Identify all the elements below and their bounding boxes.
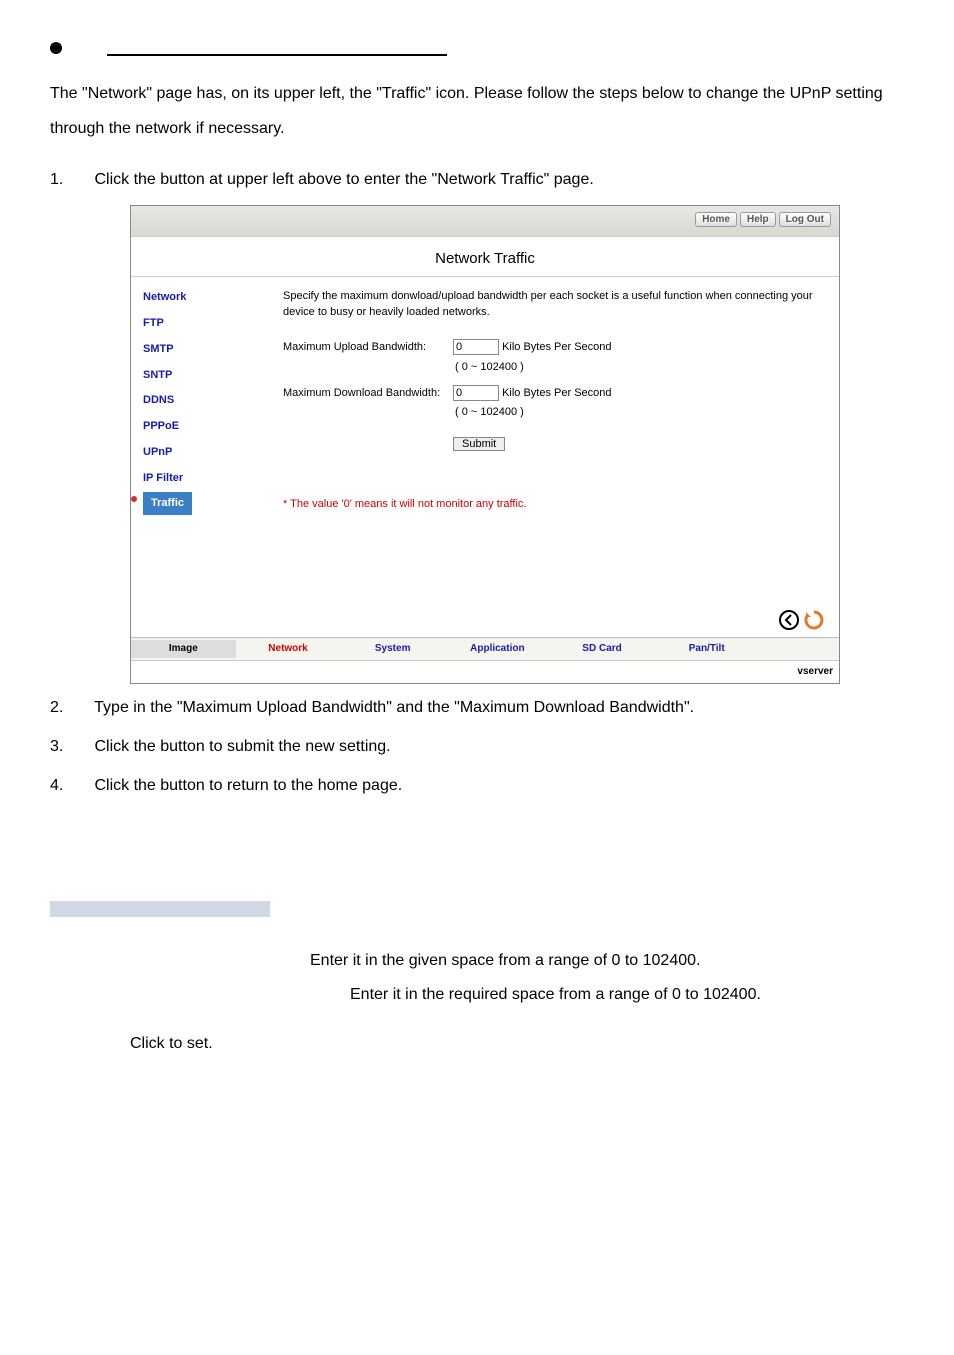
section-heading: [50, 40, 904, 56]
submit-row: Submit: [283, 429, 819, 455]
tab-network[interactable]: Network: [236, 640, 341, 658]
page-title: Network Traffic: [131, 237, 839, 277]
step-number: 3.: [50, 733, 90, 762]
bottom-tabs: Image Network System Application SD Card…: [131, 637, 839, 660]
top-nav: Home Help Log Out: [695, 212, 831, 227]
tab-sdcard[interactable]: SD Card: [550, 640, 655, 658]
zero-note: * The value '0' means it will not monito…: [283, 495, 819, 515]
desc-line-submit: Click to set.: [50, 1030, 904, 1059]
logout-button[interactable]: Log Out: [779, 212, 831, 227]
sidebar-item-network[interactable]: Network: [143, 285, 263, 311]
submit-button[interactable]: Submit: [453, 437, 505, 451]
sidebar-item-upnp[interactable]: UPnP: [143, 440, 263, 466]
tab-pantilt[interactable]: Pan/Tilt: [654, 640, 759, 658]
sidebar-item-smtp[interactable]: SMTP: [143, 337, 263, 363]
embedded-screenshot: Home Help Log Out Network Traffic Networ…: [130, 205, 840, 684]
step-1: 1. Click the button at upper left above …: [50, 166, 904, 195]
refresh-icon[interactable]: [803, 609, 825, 631]
sidebar-item-ipfilter[interactable]: IP Filter: [143, 466, 263, 492]
step-text: Click the button to return to the home p…: [94, 777, 402, 794]
step-text: Click the button at upper left above to …: [94, 171, 593, 188]
desc-line-download: Enter it in the required space from a ra…: [50, 981, 904, 1010]
step-4: 4. Click the button to return to the hom…: [50, 772, 904, 801]
download-label: Maximum Download Bandwidth:: [283, 384, 453, 404]
tab-image[interactable]: Image: [131, 640, 236, 658]
home-button[interactable]: Home: [695, 212, 737, 227]
tab-application[interactable]: Application: [445, 640, 550, 658]
upload-label: Maximum Upload Bandwidth:: [283, 338, 453, 358]
sidebar-item-ftp[interactable]: FTP: [143, 311, 263, 337]
upload-unit: Kilo Bytes Per Second: [502, 341, 611, 353]
help-button[interactable]: Help: [740, 212, 776, 227]
step-number: 2.: [50, 694, 90, 723]
content-area: Specify the maximum donwload/upload band…: [263, 277, 839, 607]
intro-paragraph: The "Network" page has, on its upper lef…: [50, 76, 904, 146]
description-block: Enter it in the given space from a range…: [50, 901, 904, 1059]
upload-row: Maximum Upload Bandwidth: Kilo Bytes Per…: [283, 338, 819, 378]
upload-range: ( 0 ~ 102400 ): [455, 361, 524, 373]
download-range: ( 0 ~ 102400 ): [455, 406, 524, 418]
upload-input[interactable]: [453, 339, 499, 355]
step-text: Type in the "Maximum Upload Bandwidth" a…: [94, 699, 694, 716]
download-row: Maximum Download Bandwidth: Kilo Bytes P…: [283, 384, 819, 424]
desc-line-upload: Enter it in the given space from a range…: [50, 947, 904, 976]
sidebar-item-traffic[interactable]: Traffic: [143, 492, 192, 516]
tab-system[interactable]: System: [340, 640, 445, 658]
desc-heading-placeholder: [50, 901, 270, 917]
sidebar: Network FTP SMTP SNTP DDNS PPPoE UPnP IP…: [131, 277, 263, 607]
footer-brand: vserver: [131, 660, 839, 683]
step-number: 4.: [50, 772, 90, 801]
sidebar-item-ddns[interactable]: DDNS: [143, 388, 263, 414]
sidebar-item-pppoe[interactable]: PPPoE: [143, 414, 263, 440]
content-description: Specify the maximum donwload/upload band…: [283, 289, 819, 320]
blank-heading-line: [107, 40, 447, 56]
step-text: Click the button to submit the new setti…: [94, 738, 390, 755]
back-arrow-icon[interactable]: [778, 609, 800, 631]
sidebar-item-sntp[interactable]: SNTP: [143, 363, 263, 389]
bullet-icon: [50, 42, 62, 54]
bottom-icon-area: [131, 607, 839, 637]
step-number: 1.: [50, 166, 90, 195]
download-input[interactable]: [453, 385, 499, 401]
download-unit: Kilo Bytes Per Second: [502, 387, 611, 399]
step-2: 2. Type in the "Maximum Upload Bandwidth…: [50, 694, 904, 723]
step-3: 3. Click the button to submit the new se…: [50, 733, 904, 762]
screenshot-topbar: Home Help Log Out: [131, 206, 839, 237]
